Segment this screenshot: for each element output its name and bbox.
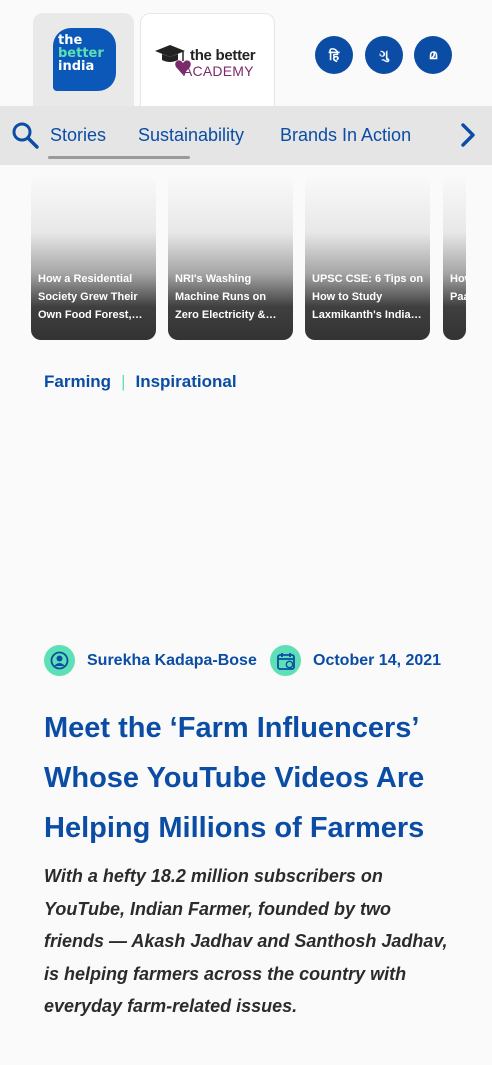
author-name[interactable]: Surekha Kadapa-Bose: [87, 652, 257, 670]
nav-active-indicator: [48, 156, 190, 159]
academy-logo-line2: ACADEMY: [183, 63, 254, 79]
story-card[interactable]: How a Residential Society Grew Their Own…: [31, 174, 156, 340]
author-icon: [44, 645, 75, 676]
nav-item-brands-in-action[interactable]: Brands In Action: [280, 125, 411, 146]
article-categories: Farming | Inspirational: [44, 372, 237, 392]
the-better-academy-logo[interactable]: the better ACADEMY: [153, 44, 265, 80]
story-card[interactable]: UPSC CSE: 6 Tips on How to Study Laxmika…: [305, 174, 430, 340]
academy-logo-line1: the better: [190, 47, 256, 64]
article-excerpt: With a hefty 18.2 million subscribers on…: [44, 866, 448, 1016]
category-separator: |: [121, 372, 126, 391]
language-hindi-button[interactable]: हि: [315, 36, 353, 74]
story-card-title: NRI's Washing Machine Runs on Zero Elect…: [175, 273, 277, 321]
the-better-india-logo[interactable]: the better india: [53, 28, 116, 91]
language-malayalam-button[interactable]: മ: [414, 36, 452, 74]
calendar-icon: [270, 645, 301, 676]
chevron-right-icon[interactable]: [455, 122, 481, 148]
logo-line-india: india: [58, 59, 95, 74]
the-better-india-tab[interactable]: the better india: [33, 13, 134, 106]
article-meta: Surekha Kadapa-Bose October 14, 2021: [44, 645, 464, 677]
language-gujarati-button[interactable]: ગુ: [365, 36, 403, 74]
story-card-title: UPSC CSE: 6 Tips on How to Study Laxmika…: [312, 273, 424, 321]
publish-date: October 14, 2021: [313, 652, 442, 669]
search-icon[interactable]: [11, 121, 39, 149]
story-card[interactable]: NRI's Washing Machine Runs on Zero Elect…: [168, 174, 293, 340]
category-farming[interactable]: Farming: [44, 372, 111, 391]
site-header: the better india the better ACADEMY हि ગ…: [0, 0, 492, 106]
story-card-title: How a Residential Society Grew Their Own…: [38, 273, 143, 321]
article-title: Meet the ‘Farm Influencers’ Whose YouTub…: [44, 712, 425, 844]
category-inspirational[interactable]: Inspirational: [135, 372, 236, 391]
nav-item-stories[interactable]: Stories: [50, 125, 106, 146]
the-better-academy-tab[interactable]: the better ACADEMY: [140, 13, 275, 106]
nav-item-sustainability[interactable]: Sustainability: [138, 125, 244, 146]
category-nav: Stories Sustainability Brands In Action: [0, 106, 492, 165]
story-card[interactable]: How Tur Paa…: [443, 174, 466, 340]
story-card-title: How Tur Paa…: [450, 273, 466, 303]
